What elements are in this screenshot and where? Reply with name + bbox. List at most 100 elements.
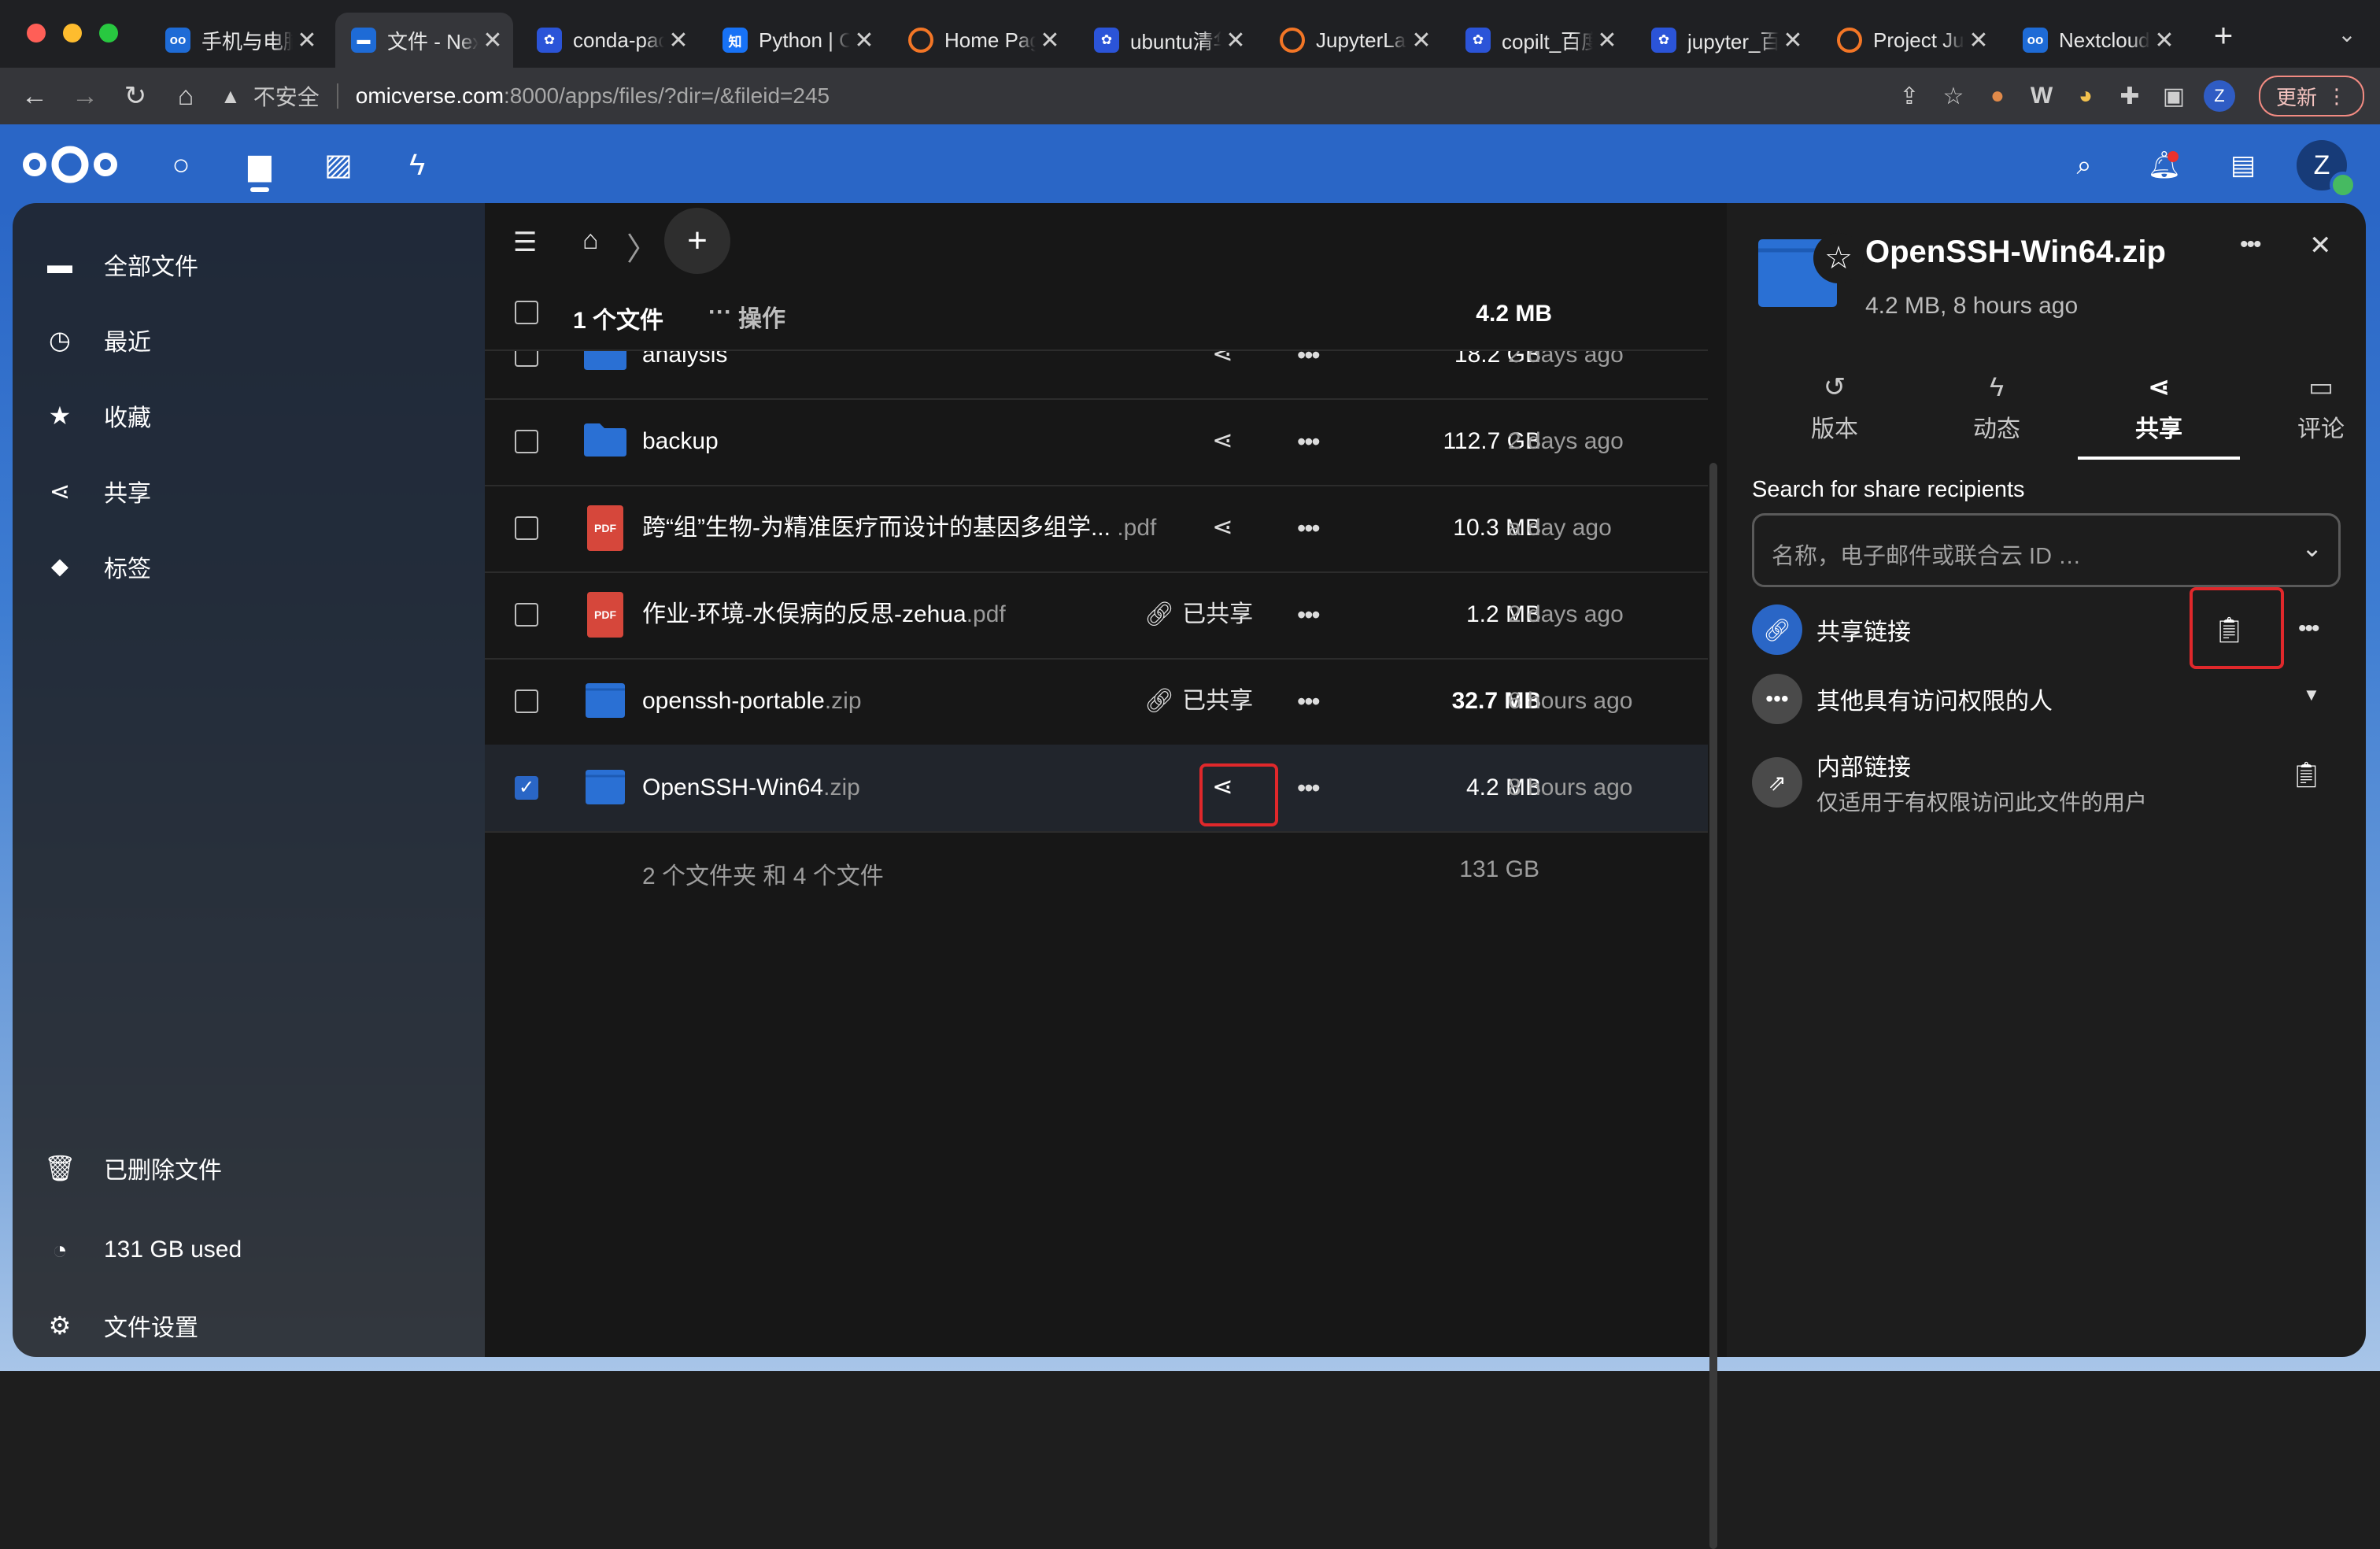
close-icon[interactable]: ✕: [1221, 27, 1250, 54]
more-horizontal-icon[interactable]: •••: [1297, 658, 1321, 745]
new-file-button[interactable]: +: [664, 208, 730, 274]
shared-link-status[interactable]: 🔗︎ 已共享: [1144, 658, 1253, 745]
close-icon[interactable]: ✕: [850, 27, 878, 54]
profile-avatar[interactable]: Z: [2203, 80, 2235, 112]
file-row-pdf[interactable]: PDF 跨“组”生物-为精准医疗而设计的基因多组学... .pdf ⋖ ••• …: [485, 485, 1708, 573]
file-name[interactable]: OpenSSH-Win64.zip: [642, 745, 860, 831]
favorite-star-icon[interactable]: ☆: [1813, 233, 1864, 283]
browser-tab[interactable]: Project Ju ✕: [1821, 13, 1999, 68]
dashboard-app-icon[interactable]: ○: [159, 143, 203, 187]
row-checkbox[interactable]: [515, 689, 538, 713]
row-checkbox[interactable]: [515, 603, 538, 627]
file-name[interactable]: openssh-portable.zip: [642, 658, 862, 745]
more-horizontal-icon[interactable]: •••: [1297, 745, 1321, 831]
file-name[interactable]: backup: [642, 398, 719, 485]
extension-w-icon[interactable]: W: [2020, 83, 2064, 109]
files-app-icon[interactable]: ▆: [238, 143, 282, 187]
close-icon[interactable]: ✕: [2150, 27, 2179, 54]
home-icon[interactable]: ⌂: [168, 79, 203, 113]
more-horizontal-icon[interactable]: •••: [1297, 398, 1321, 485]
extension-fox-icon[interactable]: ●: [1975, 83, 2020, 109]
internal-link-row[interactable]: ⇗ 内部链接 仅适用于有权限访问此文件的用户: [1752, 743, 2350, 822]
extensions-puzzle-icon[interactable]: ✚: [2108, 83, 2152, 110]
activity-app-icon[interactable]: ϟ: [395, 143, 439, 187]
browser-tab[interactable]: ✿ ubuntu清华 ✕: [1078, 13, 1256, 68]
file-row-analysis[interactable]: analysis ⋖ ••• 18.2 GB 2 days ago: [485, 351, 1708, 400]
sidebar-item-quota[interactable]: ◔ 131 GB used: [13, 1218, 485, 1281]
home-breadcrumb-icon[interactable]: ⌂: [582, 225, 599, 256]
search-icon[interactable]: ⌕: [2062, 143, 2106, 187]
back-icon[interactable]: ←: [17, 79, 52, 113]
file-name[interactable]: analysis: [642, 351, 727, 398]
sidebar-item-favorites[interactable]: ★ 收藏: [13, 384, 485, 447]
row-checkbox[interactable]: [515, 430, 538, 453]
more-horizontal-icon[interactable]: •••: [2298, 616, 2319, 642]
row-checkbox[interactable]: [515, 516, 538, 540]
sidebar-item-shares[interactable]: ⋖ 共享: [13, 460, 485, 523]
others-with-access-row[interactable]: ••• 其他具有访问权限的人: [1752, 667, 2350, 730]
file-name[interactable]: 跨“组”生物-为精准医疗而设计的基因多组学... .pdf: [642, 485, 1156, 571]
contacts-icon[interactable]: ▤: [2221, 143, 2265, 187]
close-icon[interactable]: ✕: [293, 27, 321, 54]
browser-tab[interactable]: Home Page ✕: [893, 13, 1070, 68]
share-icon[interactable]: ⋖: [1212, 425, 1233, 455]
tab-activity[interactable]: ϟ 动态: [1916, 365, 2078, 460]
share-recipient-search-input[interactable]: 名称，电子邮件或联合云 ID … ⌄: [1752, 513, 2341, 587]
browser-tab-active[interactable]: ▬ 文件 - Nextcloud ✕: [335, 13, 513, 68]
tab-search-chevron-icon[interactable]: ⌄: [2331, 19, 2363, 50]
file-row-openssh-win64[interactable]: ✓ OpenSSH-Win64.zip ⋖ ••• 4.2 MB 8 hours…: [485, 745, 1708, 833]
actions-menu[interactable]: ··· 操作: [708, 299, 785, 334]
more-horizontal-icon[interactable]: •••: [1297, 485, 1321, 571]
browser-tab[interactable]: JupyterLab ✕: [1264, 13, 1442, 68]
close-icon[interactable]: ✕: [2309, 230, 2332, 261]
reload-icon[interactable]: ↻: [118, 79, 153, 113]
photos-app-icon[interactable]: ▨: [316, 143, 360, 187]
shared-link-status[interactable]: 🔗︎ 已共享: [1144, 571, 1253, 658]
file-row-openssh-portable[interactable]: openssh-portable.zip 🔗︎ 已共享 ••• 32.7 MB 6…: [485, 658, 1708, 746]
update-button[interactable]: 更新 ⋮: [2258, 76, 2364, 116]
side-panel-icon[interactable]: ▣: [2152, 83, 2196, 110]
close-icon[interactable]: ✕: [1964, 27, 1993, 54]
browser-tab[interactable]: 知 Python | Ch ✕: [707, 13, 885, 68]
browser-tab[interactable]: ✿ conda-pack ✕: [521, 13, 699, 68]
bookmark-star-icon[interactable]: ☆: [1931, 83, 1975, 110]
file-row-pdf-shared[interactable]: PDF 作业-环境-水俣病的反思-zehua.pdf 🔗︎ 已共享 ••• 1.2…: [485, 571, 1708, 660]
tab-comments[interactable]: ▭ 评论: [2240, 365, 2380, 460]
toggle-sidebar-icon[interactable]: ☰: [513, 227, 537, 258]
zoom-window-button[interactable]: [99, 24, 118, 43]
sidebar-item-recent[interactable]: ◷ 最近: [13, 309, 485, 372]
sidebar-item-all-files[interactable]: ▬ 全部文件: [13, 233, 485, 296]
tab-versions[interactable]: ↺ 版本: [1754, 365, 1916, 460]
share-page-icon[interactable]: ⇪: [1887, 83, 1931, 110]
select-all-checkbox[interactable]: [515, 301, 538, 324]
forward-icon[interactable]: →: [68, 79, 102, 113]
close-icon[interactable]: ✕: [1593, 27, 1621, 54]
notifications-bell-icon[interactable]: 🔔︎: [2142, 143, 2186, 187]
close-icon[interactable]: ✕: [479, 27, 507, 54]
tab-sharing[interactable]: ⋖ 共享: [2078, 365, 2240, 460]
sidebar-item-deleted-files[interactable]: 🗑︎ 已删除文件: [13, 1137, 485, 1200]
sidebar-item-file-settings[interactable]: ⚙ 文件设置: [13, 1294, 485, 1357]
close-icon[interactable]: ✕: [1779, 27, 1807, 54]
close-icon[interactable]: ✕: [1036, 27, 1064, 54]
file-name[interactable]: 作业-环境-水俣病的反思-zehua.pdf: [642, 571, 1006, 658]
browser-tab[interactable]: ✿ jupyter_百度 ✕: [1635, 13, 1813, 68]
close-icon[interactable]: ✕: [1407, 27, 1436, 54]
browser-tab[interactable]: ✿ copilt_百度 ✕: [1450, 13, 1628, 68]
browser-tab[interactable]: oo Nextcloud ✕: [2007, 13, 2185, 68]
browser-tab[interactable]: oo 手机与电脑 ✕: [150, 13, 327, 68]
more-horizontal-icon[interactable]: •••: [2240, 231, 2261, 258]
sidebar-item-tags[interactable]: ⬥ 标签: [13, 535, 485, 598]
nextcloud-logo[interactable]: [20, 142, 120, 187]
caret-down-icon[interactable]: ▼: [2303, 685, 2320, 705]
scrollbar-track[interactable]: [1709, 463, 1717, 1549]
row-checkbox[interactable]: [515, 351, 538, 367]
file-row-backup[interactable]: backup ⋖ ••• 112.7 GB 2 days ago: [485, 398, 1708, 486]
copy-internal-link-icon[interactable]: 📋︎: [2290, 759, 2323, 790]
new-tab-button[interactable]: +: [2204, 16, 2243, 55]
more-horizontal-icon[interactable]: •••: [1297, 351, 1321, 398]
minimize-window-button[interactable]: [63, 24, 82, 43]
more-horizontal-icon[interactable]: •••: [1297, 571, 1321, 658]
close-window-button[interactable]: [27, 24, 46, 43]
close-icon[interactable]: ✕: [664, 27, 693, 54]
